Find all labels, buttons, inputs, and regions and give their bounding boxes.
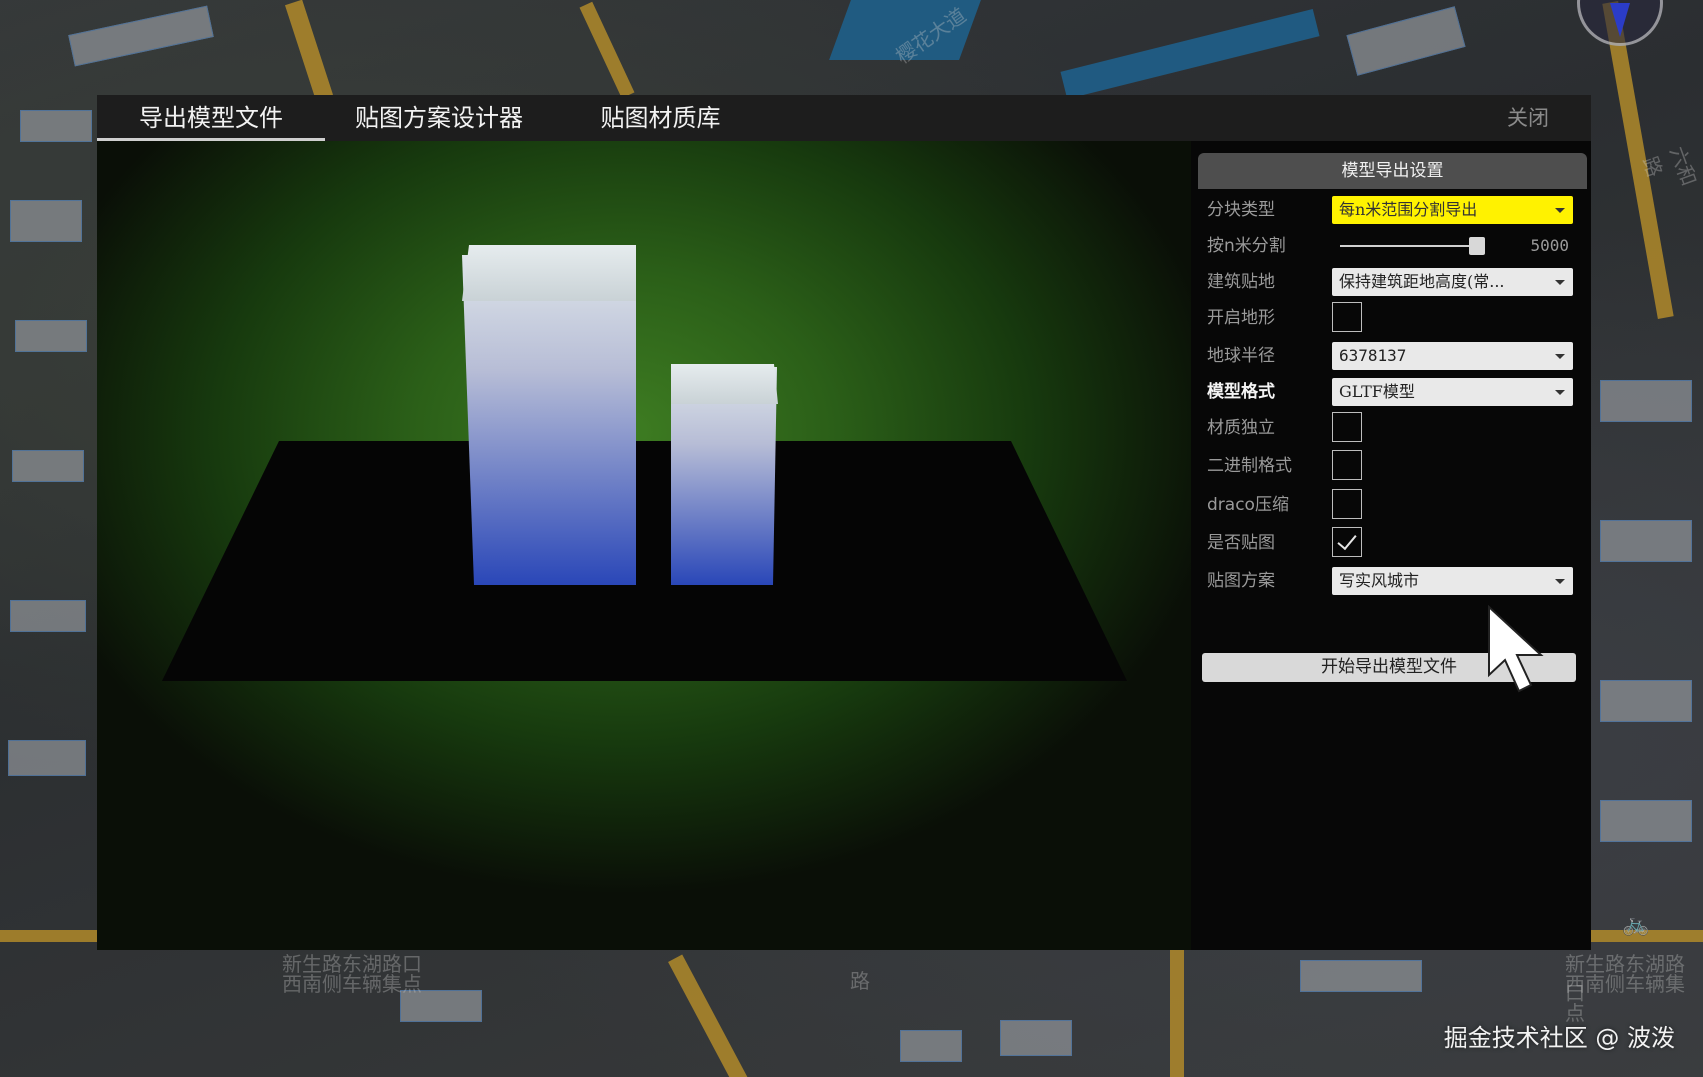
earth-radius-value: 6378137	[1339, 346, 1407, 365]
tab-export-model[interactable]: 导出模型文件	[97, 95, 325, 141]
split-by-n-label: 按n米分割	[1207, 236, 1286, 256]
split-slider-track[interactable]	[1340, 245, 1485, 247]
close-button[interactable]: 关闭	[1507, 95, 1549, 141]
model-preview-viewport[interactable]	[97, 141, 1191, 950]
building	[1300, 960, 1422, 992]
enable-terrain-label: 开启地形	[1207, 308, 1275, 328]
earth-radius-select[interactable]: 6378137	[1332, 342, 1573, 370]
river	[1060, 8, 1320, 100]
preview-scene	[162, 245, 1127, 681]
chevron-down-icon	[1555, 354, 1565, 359]
block-type-label: 分块类型	[1207, 200, 1275, 220]
earth-radius-label: 地球半径	[1207, 346, 1275, 366]
model-format-label: 模型格式	[1207, 382, 1275, 402]
chevron-down-icon	[1555, 579, 1565, 584]
tab-bar: 导出模型文件 贴图方案设计器 贴图材质库 关闭	[97, 95, 1591, 141]
binary-format-label: 二进制格式	[1207, 456, 1292, 476]
tall-building-roof	[462, 245, 636, 301]
block-type-value: 每n米范围分割导出	[1339, 200, 1478, 219]
export-dialog: 导出模型文件 贴图方案设计器 贴图材质库 关闭 模型导出设置 分块类型 每n米范…	[97, 95, 1591, 950]
chevron-down-icon	[1555, 390, 1565, 395]
building-clamp-row: 建筑贴地 保持建筑距地高度(常...	[1191, 265, 1591, 299]
model-format-value: GLTF模型	[1339, 382, 1415, 401]
building	[1346, 6, 1466, 76]
apply-texture-checkbox[interactable]	[1332, 527, 1362, 557]
separate-material-checkbox[interactable]	[1332, 412, 1362, 442]
earth-radius-row: 地球半径 6378137	[1191, 339, 1591, 373]
model-format-row: 模型格式 GLTF模型	[1191, 375, 1591, 409]
road	[1170, 950, 1184, 1077]
building	[1600, 680, 1692, 722]
texture-scheme-label: 贴图方案	[1207, 571, 1275, 591]
road	[284, 0, 334, 101]
block-type-select[interactable]: 每n米范围分割导出	[1332, 196, 1573, 224]
chevron-down-icon	[1555, 208, 1565, 213]
bicycle-icon: 🚲	[1622, 912, 1650, 937]
split-by-n-row: 按n米分割 5000	[1191, 229, 1591, 263]
watermark: 掘金技术社区 @ 波泼	[1443, 1024, 1675, 1052]
building	[10, 200, 82, 242]
building-clamp-label: 建筑贴地	[1207, 272, 1275, 292]
tab-texture-designer[interactable]: 贴图方案设计器	[325, 95, 553, 141]
building	[15, 320, 87, 352]
apply-texture-label: 是否贴图	[1207, 533, 1275, 553]
binary-format-checkbox[interactable]	[1332, 450, 1362, 480]
mouse-pointer-icon	[1488, 605, 1544, 693]
building	[12, 450, 84, 482]
building	[900, 1030, 962, 1062]
building	[8, 740, 86, 776]
tall-building	[462, 255, 636, 585]
road	[668, 954, 748, 1077]
building	[20, 110, 92, 142]
building-clamp-select[interactable]: 保持建筑距地高度(常...	[1332, 268, 1573, 296]
ground-plane	[162, 441, 1127, 681]
split-slider-value: 5000	[1530, 236, 1569, 255]
building	[68, 5, 214, 67]
draco-checkbox[interactable]	[1332, 489, 1362, 519]
texture-scheme-value: 写实风城市	[1339, 571, 1420, 590]
check-icon	[1337, 529, 1357, 551]
building-clamp-value: 保持建筑距地高度(常...	[1339, 272, 1505, 291]
split-slider-thumb[interactable]	[1469, 237, 1485, 255]
short-building-roof	[671, 364, 778, 404]
panel-title: 模型导出设置	[1198, 153, 1587, 189]
chevron-down-icon	[1555, 280, 1565, 285]
apply-texture-row: 是否贴图	[1191, 526, 1591, 560]
building	[1000, 1020, 1072, 1056]
export-settings-panel: 模型导出设置 分块类型 每n米范围分割导出 按n米分割 5000 建筑贴地 保持…	[1191, 141, 1591, 950]
texture-scheme-row: 贴图方案 写实风城市	[1191, 564, 1591, 598]
map-label: 路	[850, 969, 870, 993]
draco-label: draco压缩	[1207, 495, 1289, 515]
building	[1600, 800, 1692, 842]
building	[1600, 520, 1692, 562]
road	[579, 1, 635, 99]
model-format-select[interactable]: GLTF模型	[1332, 378, 1573, 406]
building	[1600, 380, 1692, 422]
map-label: 西南侧车辆集点	[282, 972, 422, 996]
binary-format-row: 二进制格式	[1191, 449, 1591, 483]
draco-row: draco压缩	[1191, 488, 1591, 522]
compass-icon[interactable]	[1577, 0, 1663, 46]
enable-terrain-checkbox[interactable]	[1332, 302, 1362, 332]
enable-terrain-row: 开启地形	[1191, 301, 1591, 335]
tab-texture-library[interactable]: 贴图材质库	[553, 95, 768, 141]
building	[10, 600, 86, 632]
separate-material-label: 材质独立	[1207, 418, 1275, 438]
separate-material-row: 材质独立	[1191, 411, 1591, 445]
block-type-row: 分块类型 每n米范围分割导出	[1191, 193, 1591, 227]
texture-scheme-select[interactable]: 写实风城市	[1332, 567, 1573, 595]
